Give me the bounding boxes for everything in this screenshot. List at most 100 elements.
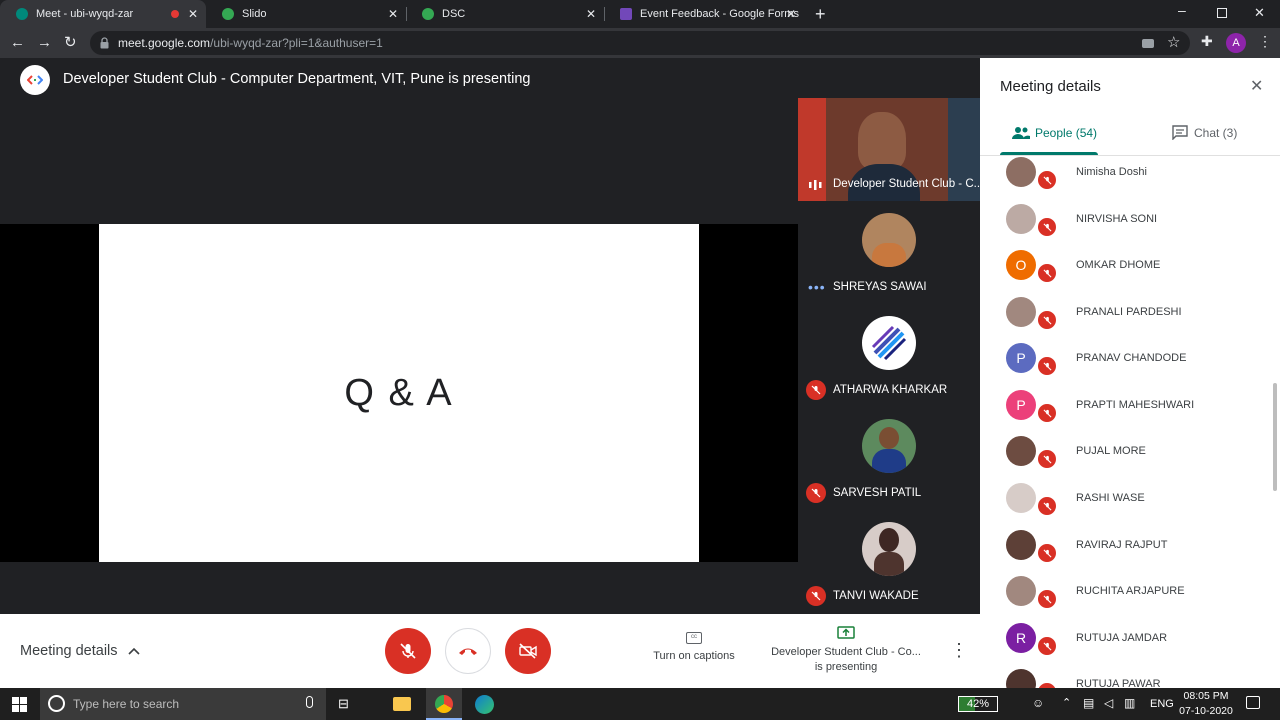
navigation-bar: ← → ↻ meet.google.com/ubi-wyqd-zar?pli=1… [0,28,1280,58]
action-center-icon[interactable] [1246,696,1260,709]
window-close-icon[interactable]: ✕ [1254,5,1265,21]
mic-off-icon [806,483,826,503]
forward-icon[interactable]: → [37,34,52,51]
bookmark-star-icon[interactable]: ☆ [1167,33,1180,51]
maximize-icon[interactable] [1217,8,1227,18]
avatar [1006,483,1036,513]
list-item[interactable]: P PRAPTI MAHESHWARI [980,390,1270,436]
new-tab-icon[interactable]: + [815,4,826,25]
tile-name: SHREYAS SAWAI [833,281,927,293]
list-item[interactable]: RAVIRAJ RAJPUT [980,530,1270,576]
camera-toggle-button[interactable] [505,628,551,674]
network-icon[interactable]: ▤ [1083,696,1094,710]
close-tab-icon[interactable]: ✕ [388,7,398,21]
url-text: meet.google.com/ubi-wyqd-zar?pli=1&authu… [118,36,383,50]
people-taskbar-icon[interactable]: ☺ [1032,696,1044,710]
panel-scrollbar[interactable] [1273,383,1277,491]
tab-slido[interactable]: Slido ✕ [206,0,406,28]
captions-label: Turn on captions [653,650,735,662]
clock[interactable]: 08:05 PM 07-10-2020 [1176,690,1236,717]
tab-meet[interactable]: Meet - ubi-wyqd-zar ✕ [0,0,206,28]
clock-date: 07-10-2020 [1179,705,1233,717]
battery-label: 42% [966,698,990,710]
close-panel-icon[interactable]: ✕ [1250,76,1263,96]
list-item[interactable]: P PRANAV CHANDODE [980,343,1270,389]
list-item[interactable]: NIRVISHA SONI [980,204,1270,250]
avatar [1006,436,1036,466]
browser-menu-icon[interactable]: ⋮ [1258,33,1272,50]
mic-off-icon [1036,448,1058,470]
edge-icon[interactable] [475,695,494,714]
mic-off-icon [1036,262,1058,284]
participant-tile[interactable]: ATHARWA KHARKAR [798,304,980,407]
microphone-icon [306,696,313,708]
list-item[interactable]: R RUTUJA JAMDAR [980,623,1270,669]
tab-chat[interactable]: Chat (3) [1170,118,1270,155]
slido-favicon-icon [222,8,234,20]
people-icon [1012,127,1030,139]
camera-indicator-icon[interactable] [1142,39,1154,48]
address-bar[interactable]: meet.google.com/ubi-wyqd-zar?pli=1&authu… [90,31,1190,55]
person-name: PRANALI PARDESHI [1076,306,1182,318]
more-options-icon[interactable]: ⋮ [950,640,968,661]
mic-off-icon [1036,309,1058,331]
lock-icon [100,37,109,49]
windows-start-icon[interactable] [12,697,27,712]
mic-off-icon [1036,542,1058,564]
present-screen-icon [837,626,855,639]
close-tab-icon[interactable]: ✕ [188,7,198,21]
participant-tile[interactable]: SARVESH PATIL [798,407,980,510]
taskbar-search-box[interactable]: Type here to search [40,688,326,720]
person-name: RUTUJA JAMDAR [1076,632,1168,644]
language-indicator[interactable]: ENG [1150,698,1174,710]
volume-icon[interactable]: ◁ [1104,696,1113,710]
tab-event-feedback[interactable]: Event Feedback - Google Forms ✕ [604,0,804,28]
participant-tile[interactable]: ••• SHREYAS SAWAI [798,201,980,304]
meet-controls-bar: Meeting details cc Turn on captions Deve… [0,614,980,688]
list-item[interactable]: PRANALI PARDESHI [980,297,1270,343]
participant-tile[interactable]: Developer Student Club - C... [798,98,983,201]
task-view-icon[interactable]: ⊟ [338,696,349,712]
close-tab-icon[interactable]: ✕ [586,7,596,21]
captions-button[interactable]: cc Turn on captions [640,632,748,662]
reload-icon[interactable]: ↻ [64,33,77,51]
dsc-logo-icon [20,65,50,95]
search-placeholder: Type here to search [73,697,180,711]
close-tab-icon[interactable]: ✕ [786,7,796,21]
list-item[interactable]: O OMKAR DHOME [980,250,1270,296]
chrome-taskbar-button[interactable] [426,688,462,720]
tab-people[interactable]: People (54) [1000,118,1125,155]
presenting-bar: Developer Student Club - Computer Depart… [0,58,980,102]
presenting-line1: Developer Student Club - Co... [771,646,921,658]
list-item[interactable]: Nimisha Doshi [980,157,1270,203]
presenting-status-button[interactable]: Developer Student Club - Co... is presen… [760,626,932,673]
meeting-details-panel: Meeting details ✕ People (54) Chat (3) N… [980,58,1280,688]
profile-avatar[interactable]: A [1226,33,1246,53]
tile-name: SARVESH PATIL [833,487,922,499]
back-icon[interactable]: ← [10,34,25,51]
keyboard-icon[interactable]: ▥ [1124,696,1135,710]
person-name: Nimisha Doshi [1076,166,1147,178]
list-item[interactable]: RUTUJA PAWAR [980,669,1270,688]
list-item[interactable]: RASHI WASE [980,483,1270,529]
mic-off-icon [806,586,826,606]
list-item[interactable]: RUCHITA ARJAPURE [980,576,1270,622]
presenting-line2: is presenting [814,661,878,673]
people-list[interactable]: Nimisha Doshi NIRVISHA SONI O OMKAR DHOM… [980,156,1280,688]
meeting-details-toggle[interactable]: Meeting details [20,643,140,659]
list-item[interactable]: PUJAL MORE [980,436,1270,482]
tab-dsc[interactable]: DSC ✕ [406,0,604,28]
leave-call-button[interactable] [445,628,491,674]
file-explorer-icon[interactable] [393,697,411,711]
presenter-video-image [858,112,906,170]
avatar [862,522,916,576]
battery-indicator[interactable]: 42% [958,696,998,712]
participant-tile[interactable]: TANVI WAKADE [798,510,980,613]
minimize-icon[interactable]: – [1178,2,1186,18]
mic-off-icon [400,643,416,659]
mic-toggle-button[interactable] [385,628,431,674]
meet-stage: Developer Student Club - Computer Depart… [0,58,983,614]
extensions-icon[interactable]: ✚ [1201,33,1213,50]
show-hidden-icons[interactable]: ⌃ [1062,696,1071,709]
person-name: PRANAV CHANDODE [1076,352,1187,364]
